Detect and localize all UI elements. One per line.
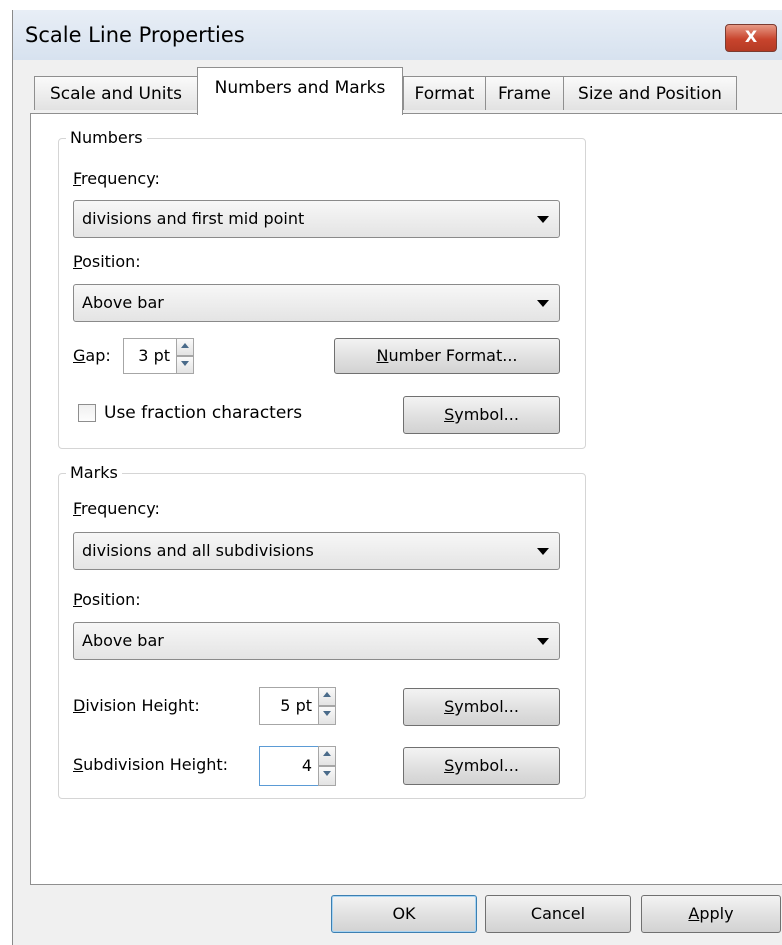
dialog-title: Scale Line Properties — [25, 23, 245, 47]
arrow-down-icon — [323, 711, 331, 716]
numbers-position-label: Position: — [73, 252, 141, 271]
marks-position-value: Above bar — [82, 631, 164, 650]
tab-format[interactable]: Format — [403, 76, 486, 110]
arrow-up-icon — [181, 343, 189, 348]
apply-button[interactable]: Apply — [641, 895, 781, 933]
tab-numbers-and-marks[interactable]: Numbers and Marks — [197, 67, 403, 115]
subdivision-symbol-button[interactable]: Symbol... — [403, 747, 560, 785]
marks-legend: Marks — [66, 463, 122, 482]
gap-input[interactable]: 3 pt — [123, 338, 177, 374]
close-icon: X — [744, 27, 758, 46]
arrow-up-icon — [323, 692, 331, 697]
chevron-down-icon — [537, 216, 549, 223]
marks-frequency-label: Frequency: — [73, 499, 160, 518]
arrow-down-icon — [181, 361, 189, 366]
division-symbol-button[interactable]: Symbol... — [403, 688, 560, 726]
subdivision-spin-down[interactable] — [318, 766, 336, 786]
tab-size-and-position[interactable]: Size and Position — [563, 76, 737, 110]
arrow-down-icon — [323, 771, 331, 776]
numbers-frequency-label: Frequency: — [73, 169, 160, 188]
tab-scale-and-units[interactable]: Scale and Units — [34, 76, 198, 110]
marks-position-dropdown[interactable]: Above bar — [73, 622, 560, 660]
marks-frequency-dropdown[interactable]: divisions and all subdivisions — [73, 532, 560, 570]
subdivision-spin-up[interactable] — [318, 746, 336, 766]
gap-spinner[interactable] — [176, 338, 194, 374]
numbers-symbol-button[interactable]: Symbol... — [403, 396, 560, 434]
number-format-button[interactable]: Number Format... — [334, 338, 560, 374]
tab-panel: Numbers Frequency: divisions and first m… — [30, 113, 782, 885]
chevron-down-icon — [537, 300, 549, 307]
subdivision-height-input[interactable]: 4 — [259, 746, 319, 786]
division-height-spinner[interactable] — [318, 687, 336, 725]
tab-frame[interactable]: Frame — [485, 76, 564, 110]
fraction-label: Use fraction characters — [104, 403, 303, 423]
arrow-up-icon — [323, 751, 331, 756]
gap-spin-down[interactable] — [176, 356, 194, 374]
subdivision-height-spinner[interactable] — [318, 746, 336, 786]
numbers-position-value: Above bar — [82, 293, 164, 312]
subdivision-height-label: Subdivision Height: — [73, 755, 229, 774]
chevron-down-icon — [537, 638, 549, 645]
division-spin-up[interactable] — [318, 687, 336, 706]
division-height-input[interactable]: 5 pt — [259, 687, 319, 725]
marks-position-label: Position: — [73, 590, 141, 609]
close-button[interactable]: X — [725, 24, 777, 52]
gap-spin-up[interactable] — [176, 338, 194, 356]
chevron-down-icon — [537, 548, 549, 555]
ok-button[interactable]: OK — [331, 895, 477, 933]
numbers-frequency-value: divisions and first mid point — [82, 209, 305, 228]
title-bar[interactable]: Scale Line Properties X — [13, 10, 782, 60]
numbers-position-dropdown[interactable]: Above bar — [73, 284, 560, 322]
numbers-frequency-dropdown[interactable]: divisions and first mid point — [73, 200, 560, 238]
dialog-window: Scale Line Properties X Scale and Units … — [12, 10, 782, 945]
gap-label: Gap: — [73, 346, 111, 365]
fraction-checkbox[interactable] — [78, 404, 96, 422]
cancel-button[interactable]: Cancel — [485, 895, 631, 933]
numbers-legend: Numbers — [66, 128, 147, 147]
division-spin-down[interactable] — [318, 706, 336, 725]
division-height-label: Division Height: — [73, 696, 200, 715]
marks-frequency-value: divisions and all subdivisions — [82, 541, 314, 560]
